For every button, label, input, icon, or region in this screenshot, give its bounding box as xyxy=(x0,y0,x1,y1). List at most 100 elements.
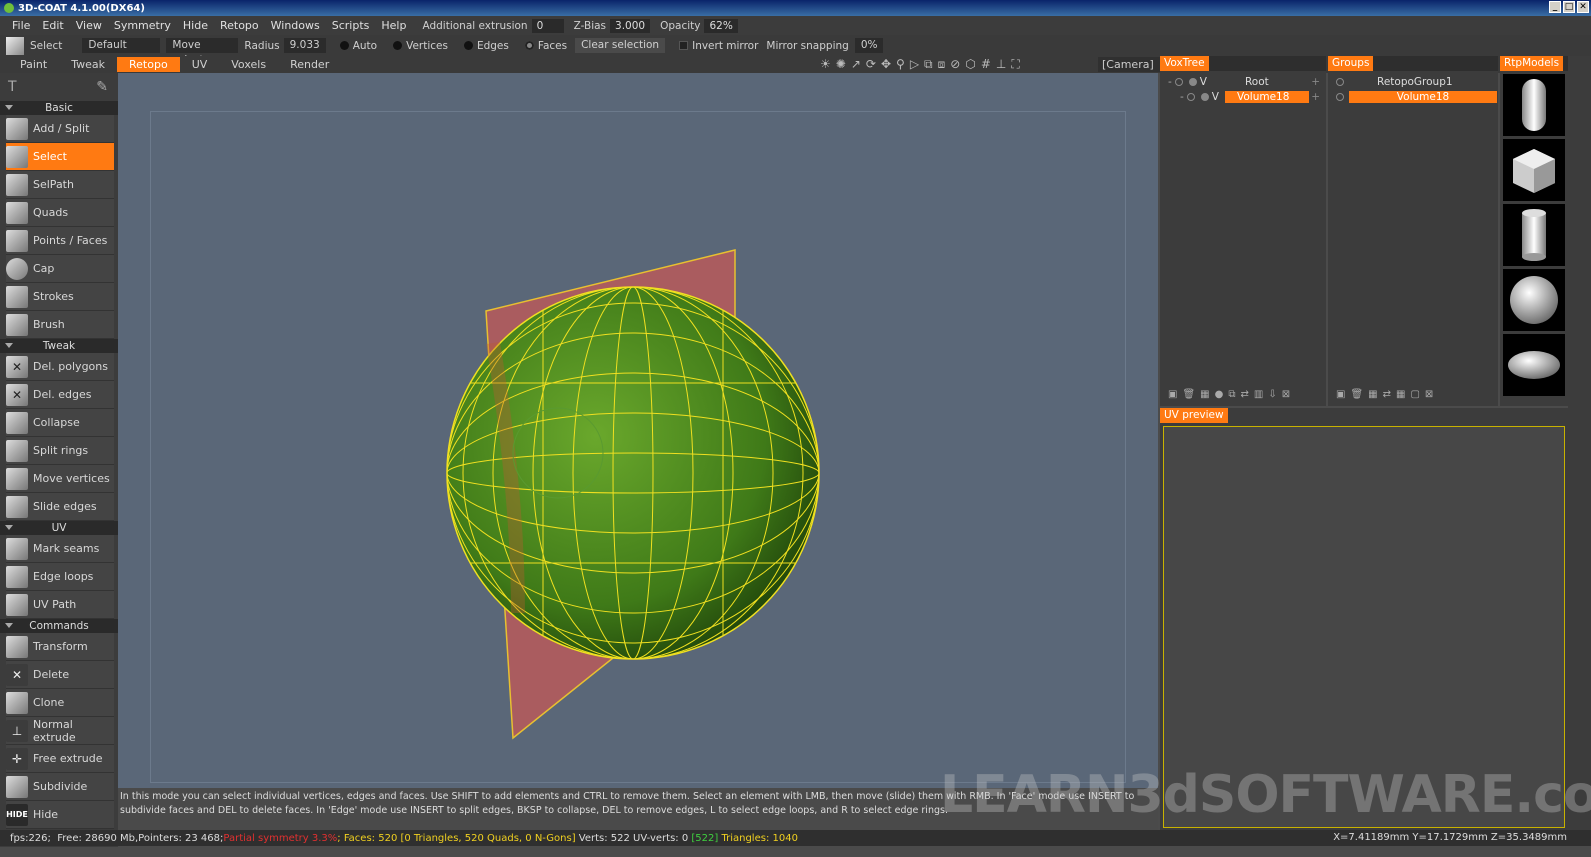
uv-preview-title[interactable]: UV preview xyxy=(1160,408,1228,423)
tool-selpath[interactable]: SelPath xyxy=(6,171,114,199)
grid-icon[interactable]: ▦ xyxy=(1396,389,1405,400)
tool-add-split[interactable]: Add / Split xyxy=(6,115,114,143)
tool-transform[interactable]: Transform xyxy=(6,633,114,661)
section-tweak[interactable]: Tweak xyxy=(0,339,118,353)
fullscreen-icon[interactable]: ⛶ xyxy=(1011,57,1019,72)
ghost-icon[interactable] xyxy=(1188,77,1197,86)
menu-scripts[interactable]: Scripts xyxy=(326,19,376,32)
copy-icon[interactable]: ⧉ xyxy=(1228,389,1235,400)
param-opacity[interactable]: Opacity 62% xyxy=(660,18,738,33)
tool-uv-path[interactable]: UV Path xyxy=(6,591,114,619)
tab-paint[interactable]: Paint xyxy=(8,57,59,72)
no-icon[interactable]: ⊘ xyxy=(950,57,960,72)
tool-quads[interactable]: Quads xyxy=(6,199,114,227)
move-light-icon[interactable]: ↗ xyxy=(851,57,861,72)
tool-free-extrude[interactable]: ✛ Free extrude xyxy=(6,745,114,773)
tab-tweak[interactable]: Tweak xyxy=(59,57,117,72)
rtp-cube[interactable] xyxy=(1503,139,1565,201)
sphere-mesh[interactable] xyxy=(446,286,820,660)
tool-split-rings[interactable]: Split rings xyxy=(6,437,114,465)
rtp-ellipsoid[interactable] xyxy=(1503,334,1565,396)
menu-hide[interactable]: Hide xyxy=(177,19,214,32)
3d-viewport[interactable] xyxy=(118,73,1158,788)
vertices-radio[interactable]: Vertices xyxy=(393,40,448,52)
rtp-cylinder[interactable] xyxy=(1503,204,1565,266)
tab-voxels[interactable]: Voxels xyxy=(219,57,278,72)
tool-slide-edges[interactable]: Slide edges xyxy=(6,493,114,521)
rtp-sphere[interactable] xyxy=(1503,269,1565,331)
text-tool-icon[interactable]: T xyxy=(8,79,17,95)
tool-select[interactable]: Select xyxy=(6,143,114,171)
sphere-icon[interactable]: ● xyxy=(1215,389,1224,400)
clear-selection-button[interactable]: Clear selection xyxy=(575,38,666,53)
visibility-icon[interactable] xyxy=(1336,77,1344,86)
tool-del-polygons[interactable]: ✕ Del. polygons xyxy=(6,353,114,381)
groups-row-volume[interactable]: Volume18 xyxy=(1328,89,1498,104)
ghost-icon[interactable] xyxy=(1200,92,1209,101)
tool-mark-seams[interactable]: Mark seams xyxy=(6,535,114,563)
light2-icon[interactable]: ✺ xyxy=(836,57,846,72)
frame-icon[interactable]: ▢ xyxy=(1410,389,1419,400)
trash-icon[interactable]: 🗑 xyxy=(1182,389,1195,400)
param-z-bias[interactable]: Z-Bias 3.000 xyxy=(574,18,651,33)
mirror-snapping-input[interactable]: 0% xyxy=(854,38,884,53)
groups-title[interactable]: Groups xyxy=(1328,56,1374,71)
pan-icon[interactable]: ✥ xyxy=(881,57,891,72)
mode-dropdown[interactable]: Move select xyxy=(166,38,239,66)
menu-file[interactable]: File xyxy=(6,19,36,32)
menu-windows[interactable]: Windows xyxy=(265,19,326,32)
menu-edit[interactable]: Edit xyxy=(36,19,69,32)
tab-render[interactable]: Render xyxy=(278,57,341,72)
tool-move-vertices[interactable]: Move vertices xyxy=(6,465,114,493)
export-icon[interactable]: ⇩ xyxy=(1268,389,1276,400)
swap-icon[interactable]: ⇄ xyxy=(1383,389,1391,400)
merge-icon[interactable]: ▦ xyxy=(1368,389,1377,400)
tool-points-faces[interactable]: Points / Faces xyxy=(6,227,114,255)
voxtree-title[interactable]: VoxTree xyxy=(1160,56,1209,71)
menu-view[interactable]: View xyxy=(70,19,108,32)
grid-icon[interactable]: # xyxy=(981,57,991,72)
zoom-icon[interactable]: ⚲ xyxy=(896,57,905,72)
param-additional-extrusion[interactable]: Additional extrusion 0 xyxy=(422,18,564,33)
tab-retopo[interactable]: Retopo xyxy=(117,57,180,72)
tool-strokes[interactable]: Strokes xyxy=(6,283,114,311)
menu-symmetry[interactable]: Symmetry xyxy=(108,19,177,32)
tool-subdivide[interactable]: Subdivide xyxy=(6,773,114,801)
new-group-icon[interactable]: ▣ xyxy=(1336,389,1345,400)
close-button[interactable]: ✕ xyxy=(1577,1,1589,13)
rtpmodels-title[interactable]: RtpModels xyxy=(1500,56,1564,71)
tab-uv[interactable]: UV xyxy=(180,57,220,72)
section-basic[interactable]: Basic xyxy=(0,101,118,115)
radius-input[interactable]: 9.033 xyxy=(283,38,326,53)
frame-all-icon[interactable]: ⧈ xyxy=(938,57,946,72)
visibility-icon[interactable] xyxy=(1174,77,1183,86)
merge-icon[interactable]: ▦ xyxy=(1200,389,1209,400)
tool-brush[interactable]: Brush xyxy=(6,311,114,339)
options-icon[interactable]: ⊠ xyxy=(1425,389,1433,400)
new-volume-icon[interactable]: ▣ xyxy=(1168,389,1177,400)
faces-radio[interactable]: Faces xyxy=(524,40,567,52)
options-icon[interactable]: ⊠ xyxy=(1282,389,1290,400)
minimize-button[interactable]: _ xyxy=(1549,1,1561,13)
tool-hide[interactable]: HIDE Hide xyxy=(6,801,114,829)
maximize-button[interactable]: □ xyxy=(1563,1,1575,13)
tool-collapse[interactable]: Collapse xyxy=(6,409,114,437)
add-icon[interactable]: + xyxy=(1311,76,1320,88)
cube-icon[interactable]: ⬡ xyxy=(965,57,975,72)
tool-cap[interactable]: Cap xyxy=(6,255,114,283)
menu-help[interactable]: Help xyxy=(375,19,412,32)
axis-icon[interactable]: ⊥ xyxy=(996,57,1006,72)
frame-icon[interactable]: ⧉ xyxy=(924,57,933,72)
tool-normal-extrude[interactable]: ⊥ Normal extrude xyxy=(6,717,114,745)
opacity-value[interactable]: 62% xyxy=(704,18,738,33)
split-icon[interactable]: ▥ xyxy=(1254,389,1263,400)
invert-mirror-checkbox[interactable]: Invert mirror xyxy=(679,40,758,52)
preset-dropdown[interactable]: Default xyxy=(82,38,161,53)
rtp-capsule[interactable] xyxy=(1503,74,1565,136)
visibility-icon[interactable] xyxy=(1186,92,1195,101)
light-icon[interactable]: ☀ xyxy=(820,57,831,72)
z-bias-value[interactable]: 3.000 xyxy=(610,18,651,33)
swap-icon[interactable]: ⇄ xyxy=(1240,389,1248,400)
tool-delete[interactable]: ✕ Delete xyxy=(6,661,114,689)
menu-retopo[interactable]: Retopo xyxy=(214,19,265,32)
